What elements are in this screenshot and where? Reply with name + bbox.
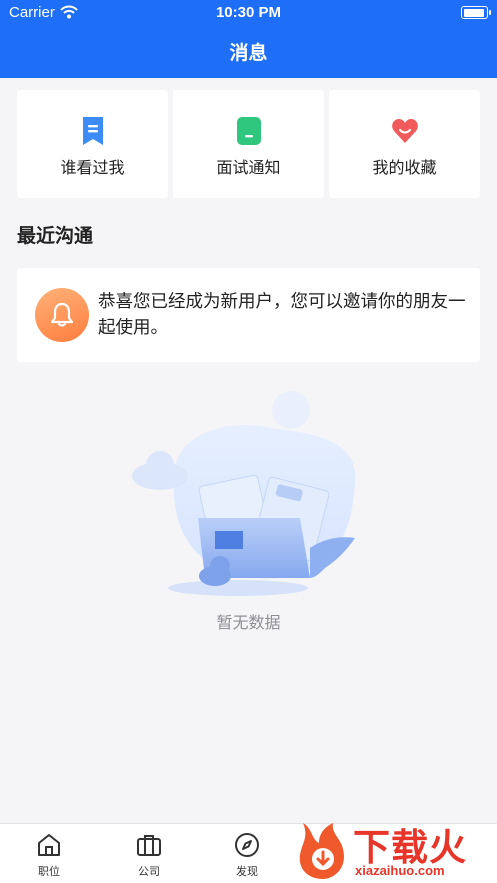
header-bar: Carrier 10:30 PM 消息	[0, 0, 497, 78]
home-icon	[38, 834, 60, 856]
tab-discover[interactable]: 发现	[212, 832, 282, 879]
status-bar: Carrier 10:30 PM	[0, 0, 497, 26]
quick-action-viewed-me[interactable]: 谁看过我	[17, 90, 168, 198]
quick-actions: 谁看过我 面试通知 我的收藏	[17, 90, 480, 198]
clock-label: 10:30 PM	[215, 4, 282, 21]
tab-company[interactable]: 公司	[114, 832, 184, 879]
quick-action-label: 面试通知	[216, 158, 281, 177]
tab-jobs[interactable]: 职位	[14, 832, 84, 879]
watermark-url: xiazaihuo.com	[355, 863, 445, 878]
battery-icon	[461, 6, 491, 19]
heart-icon	[391, 119, 418, 143]
message-text: 恭喜您已经成为新用户，您可以邀请你的朋友一起使用。	[98, 292, 466, 338]
quick-action-favorites[interactable]: 我的收藏	[329, 90, 480, 198]
quick-action-label: 我的收藏	[372, 158, 437, 177]
empty-state-illustration	[132, 391, 356, 596]
empty-state-text: 暂无数据	[216, 613, 281, 632]
tab-label: 公司	[138, 865, 160, 878]
page-title: 消息	[229, 42, 268, 64]
watermark-logo: 下载火 xiazaihuo.com	[293, 815, 497, 883]
message-item[interactable]: 恭喜您已经成为新用户，您可以邀请你的朋友一起使用。	[17, 268, 480, 362]
bookmark-icon	[82, 117, 103, 145]
quick-action-label: 谁看过我	[60, 158, 125, 177]
quick-action-interview-notice[interactable]: 面试通知	[173, 90, 324, 198]
tab-label: 发现	[236, 865, 258, 878]
briefcase-icon	[137, 835, 161, 856]
bell-icon	[50, 302, 74, 327]
compass-icon	[235, 833, 259, 857]
avatar	[35, 288, 89, 342]
tab-label: 职位	[38, 865, 60, 878]
flame-logo-icon	[299, 823, 344, 879]
document-icon	[236, 117, 261, 145]
section-title-recent: 最近沟通	[17, 225, 94, 247]
